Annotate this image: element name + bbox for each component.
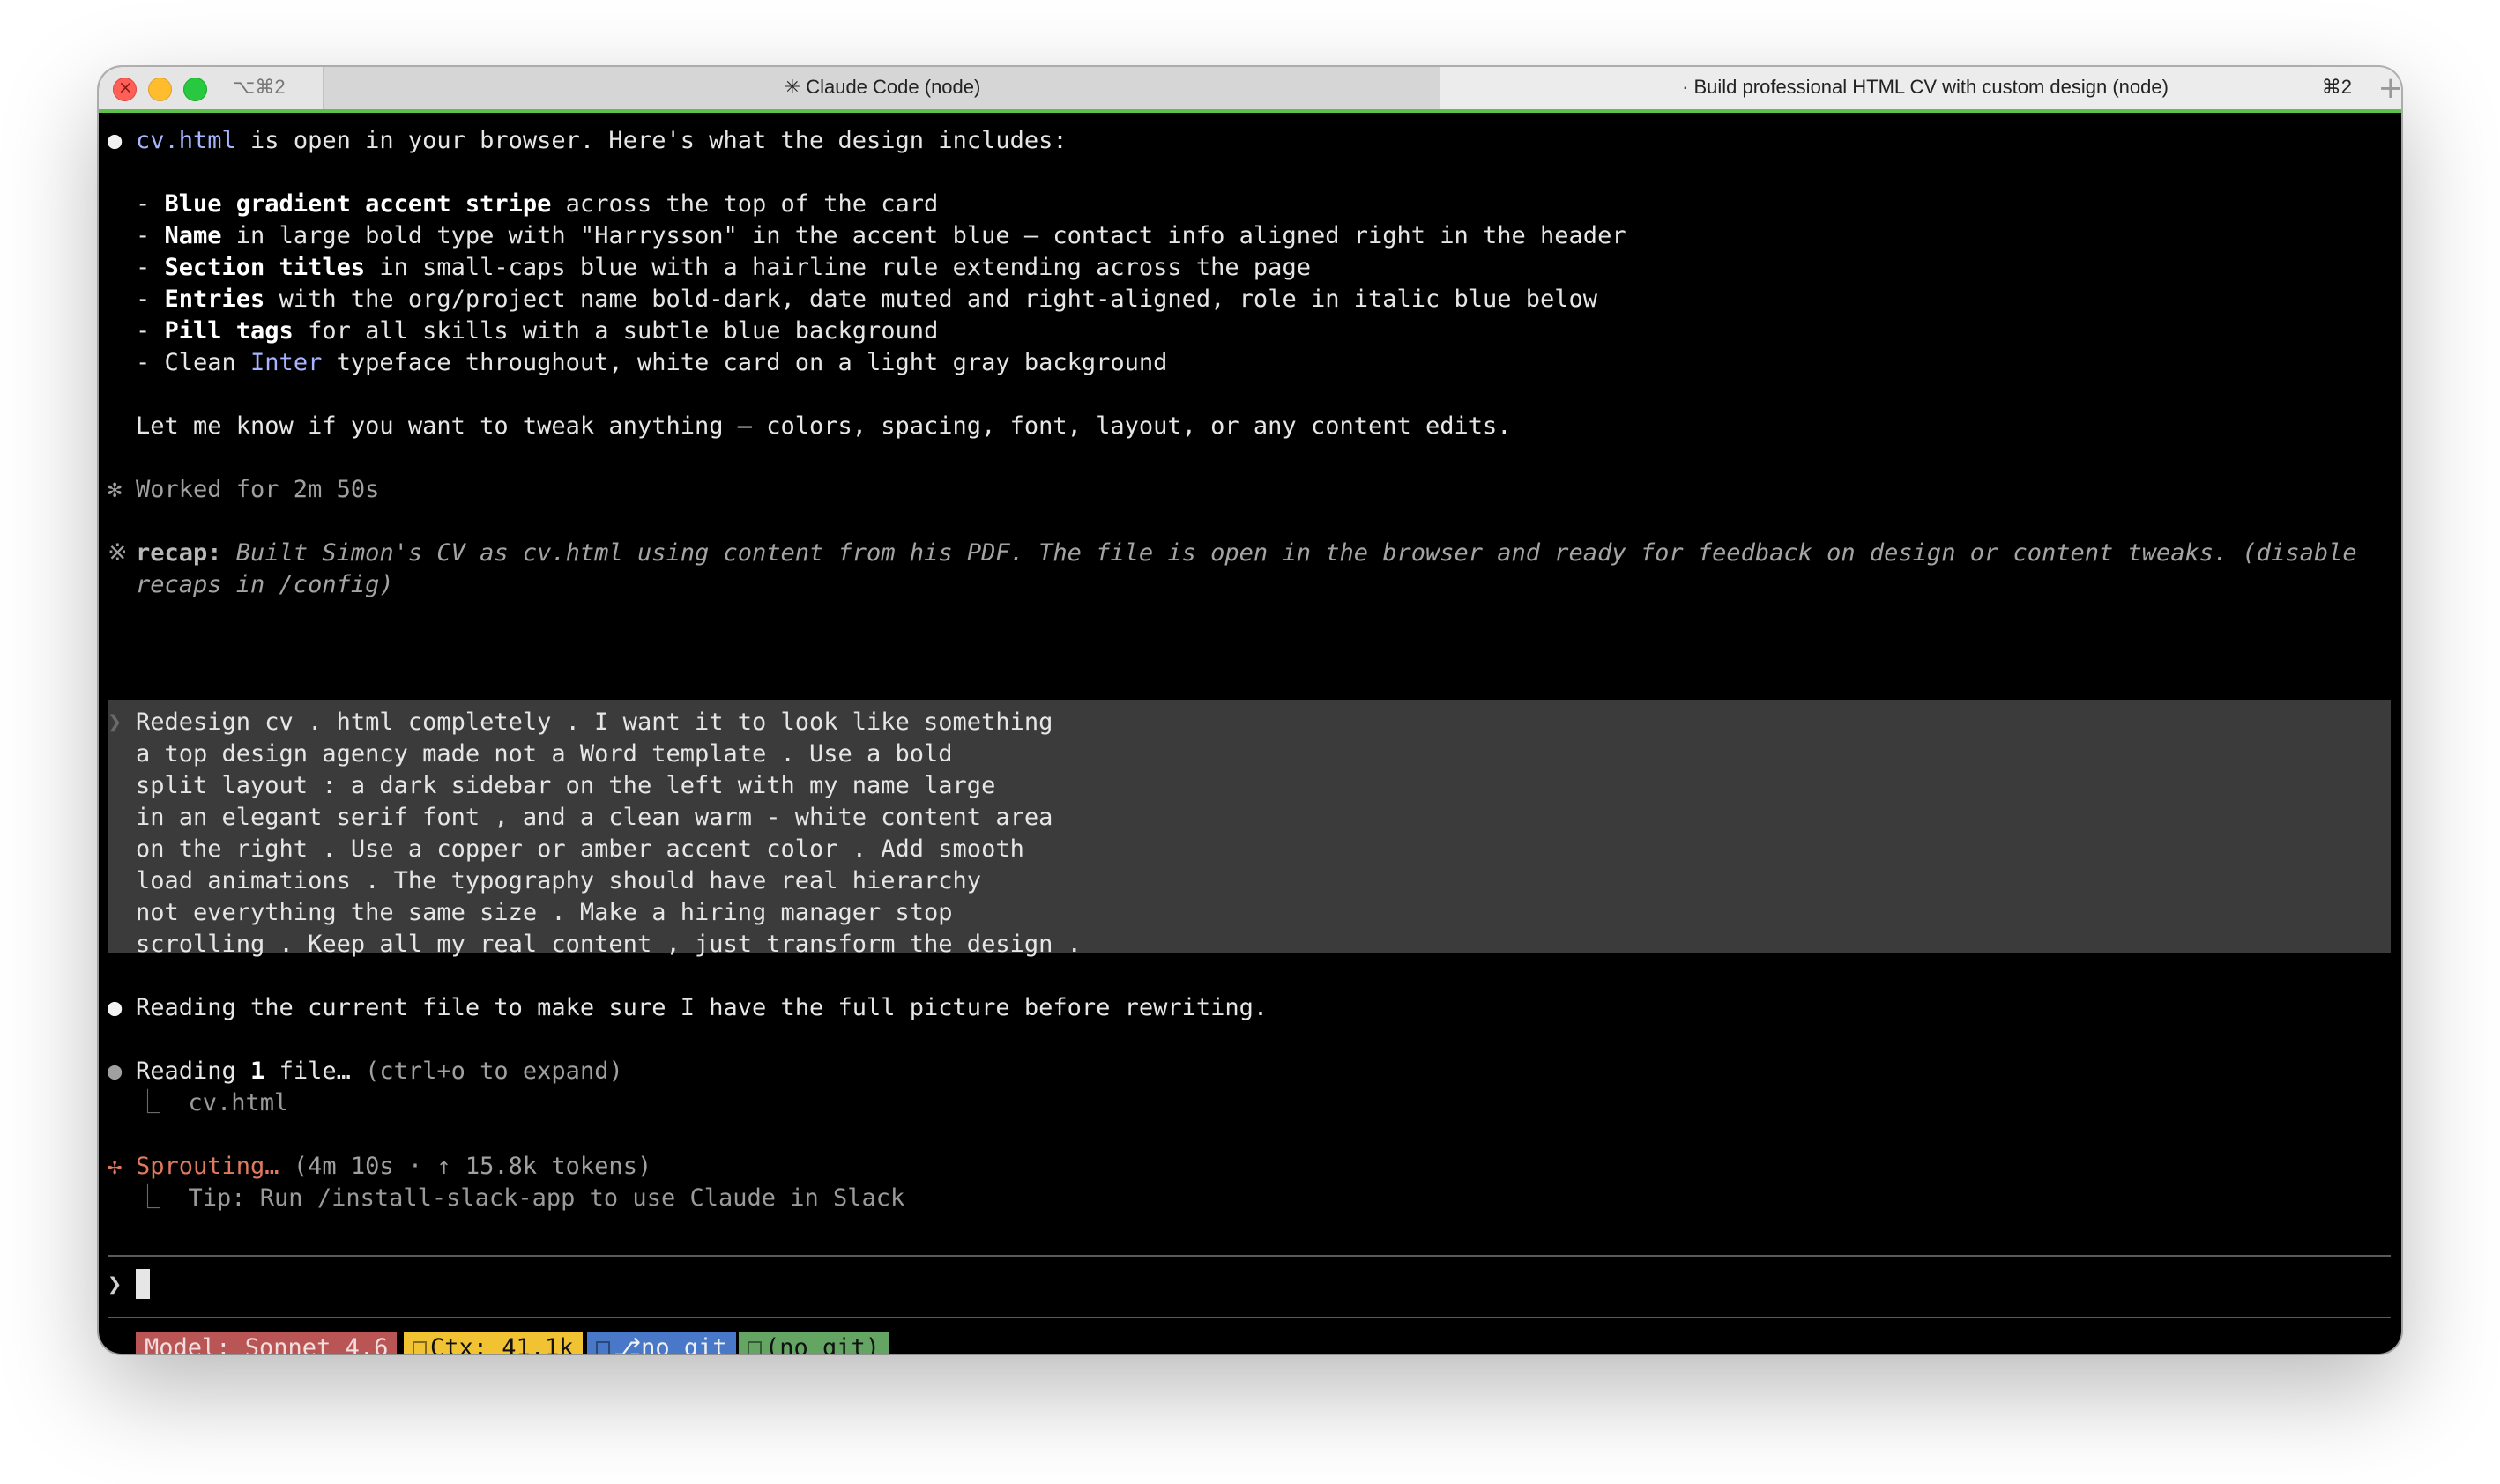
- list-item: - Section titles in small-caps blue with…: [136, 252, 1311, 284]
- tool-text: file…: [264, 1057, 366, 1085]
- item-bold: Section titles: [164, 254, 366, 281]
- branch-box-icon: [748, 1341, 762, 1354]
- close-window-button[interactable]: ×: [113, 77, 137, 101]
- worked-duration: Worked for 2m 50s: [136, 476, 380, 503]
- assistant-intro: cv.html is open in your browser. Here's …: [136, 125, 1068, 157]
- status-branch: (no git): [739, 1332, 889, 1354]
- zoom-window-button[interactable]: [183, 78, 207, 101]
- intro-text: is open in your browser. Here's what the…: [235, 127, 1068, 154]
- item-text: for all skills with a subtle blue backgr…: [293, 317, 939, 345]
- item-text: in small-caps blue with a hairline rule …: [365, 254, 1311, 281]
- spinner-icon: ✢: [108, 1153, 123, 1180]
- recap-text: Built Simon's CV as cv.html using conten…: [221, 539, 2357, 567]
- dash: -: [136, 222, 165, 249]
- spinner-status: Sprouting… (4m 10s · ↑ 15.8k tokens): [136, 1151, 651, 1183]
- tree-icon: ⎿: [136, 1184, 160, 1212]
- tab-build-cv[interactable]: · Build professional HTML CV with custom…: [1440, 67, 2401, 109]
- tab-title: · Build professional HTML CV with custom…: [1682, 76, 2169, 98]
- user-message-line: split layout : a dark sidebar on the lef…: [136, 772, 996, 799]
- tab-claude-code[interactable]: ✳ Claude Code (node) ⌘1: [323, 67, 1551, 109]
- item-text: - Clean: [136, 349, 251, 376]
- close-icon: ×: [118, 77, 133, 98]
- recap-icon: ※: [108, 539, 128, 567]
- spinner-stats: (4m 10s · ↑ 15.8k tokens): [279, 1153, 652, 1180]
- user-message-line: Redesign cv . html completely . I want i…: [136, 709, 1053, 736]
- terminal-content[interactable]: ● cv.html is open in your browser. Here'…: [99, 113, 2401, 1354]
- spinner-word: Sprouting…: [136, 1153, 279, 1180]
- list-item: - Pill tags for all skills with a subtle…: [136, 315, 938, 347]
- input-top-border: [108, 1255, 2391, 1257]
- recap-line: recap: Built Simon's CV as cv.html using…: [136, 538, 2357, 569]
- context-icon: [413, 1341, 427, 1354]
- tool-text: Reading: [136, 1057, 251, 1085]
- tip-line: ⎿ Tip: Run /install-slack-app to use Cla…: [136, 1183, 904, 1214]
- bullet-icon: ●: [108, 994, 123, 1021]
- asterisk-icon: ✻: [108, 476, 123, 503]
- user-message-line: in an elegant serif font , and a clean w…: [136, 804, 1053, 831]
- tip-text: Tip: Run /install-slack-app to use Claud…: [188, 1184, 905, 1212]
- item-text: typeface throughout, white card on a lig…: [322, 349, 1168, 376]
- status-git: ⎇no git: [587, 1332, 736, 1354]
- tab-title: ✳ Claude Code (node): [784, 76, 981, 98]
- tab-shortcut: ⌘2: [2321, 76, 2352, 98]
- status-line: Model: Sonnet 4.6 Ctx: 41.1k ⎇no git (no…: [99, 1332, 2401, 1354]
- item-bold: Entries: [164, 286, 265, 313]
- user-caret-icon: ❯: [108, 709, 123, 736]
- list-item: - Blue gradient accent stripe across the…: [136, 189, 938, 220]
- input-bottom-border: [108, 1317, 2391, 1318]
- context-value: Ctx: 41.1k: [430, 1334, 574, 1354]
- assistant-message: Reading the current file to make sure I …: [136, 994, 1269, 1021]
- item-text: with the org/project name bold-dark, dat…: [264, 286, 1598, 313]
- new-tab-button[interactable]: +: [2378, 70, 2402, 106]
- dash: -: [136, 190, 165, 218]
- file-link[interactable]: cv.html: [136, 127, 236, 154]
- branch-value: (no git): [765, 1334, 881, 1354]
- dash: -: [136, 317, 165, 345]
- bullet-icon: ●: [108, 127, 123, 154]
- title-bar: × ⌥⌘2 ✳ Claude Code (node) ⌘1 · Build pr…: [99, 67, 2401, 113]
- item-text: across the top of the card: [551, 190, 939, 218]
- dash: -: [136, 254, 165, 281]
- user-message-line: on the right . Use a copper or amber acc…: [136, 835, 1024, 863]
- tool-count: 1: [250, 1057, 265, 1085]
- status-model: Model: Sonnet 4.6: [136, 1332, 398, 1354]
- item-bold: Name: [164, 222, 222, 249]
- item-bold: Pill tags: [164, 317, 294, 345]
- tool-result: ⎿ cv.html: [136, 1087, 288, 1119]
- text-cursor[interactable]: [136, 1269, 150, 1299]
- git-branch-icon: ⎇: [614, 1334, 642, 1354]
- closing-text: Let me know if you want to tweak anythin…: [136, 412, 1512, 440]
- user-message-line: a top design agency made not a Word temp…: [136, 740, 953, 768]
- tree-icon: ⎿: [136, 1089, 160, 1117]
- item-text: in large bold type with "Harrysson" in t…: [221, 222, 1626, 249]
- minimize-window-button[interactable]: [148, 78, 172, 101]
- tool-bullet-icon: ●: [108, 1057, 123, 1085]
- user-message-line: not everything the same size . Make a hi…: [136, 899, 953, 926]
- input-prompt-icon: ❯: [108, 1271, 123, 1298]
- list-item: - Clean Inter typeface throughout, white…: [136, 347, 1167, 379]
- font-link: Inter: [250, 349, 323, 376]
- window-shortcut: ⌥⌘2: [233, 76, 286, 98]
- git-value: no git: [641, 1334, 727, 1354]
- recap-line-2: recaps in /config): [136, 571, 394, 598]
- recap-label: recap:: [136, 539, 222, 567]
- dash: -: [136, 286, 165, 313]
- expand-hint: (ctrl+o to expand): [365, 1057, 623, 1085]
- list-item: - Name in large bold type with "Harrysso…: [136, 220, 1626, 252]
- git-box-icon: [596, 1341, 610, 1354]
- status-context: Ctx: 41.1k: [404, 1332, 583, 1354]
- user-message-line: scrolling . Keep all my real content , j…: [136, 931, 1082, 958]
- user-message-line: load animations . The typography should …: [136, 867, 982, 894]
- tool-file: cv.html: [188, 1089, 289, 1117]
- list-item: - Entries with the org/project name bold…: [136, 284, 1597, 315]
- terminal-window: × ⌥⌘2 ✳ Claude Code (node) ⌘1 · Build pr…: [99, 67, 2401, 1354]
- item-bold: Blue gradient accent stripe: [164, 190, 552, 218]
- tool-call[interactable]: Reading 1 file… (ctrl+o to expand): [136, 1056, 623, 1087]
